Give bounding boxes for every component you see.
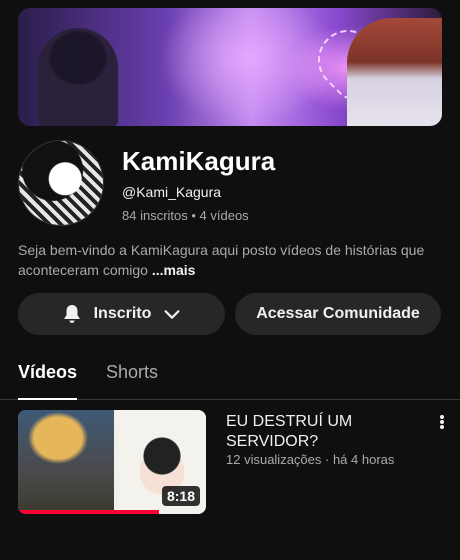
channel-description[interactable]: Seja bem-vindo a KamiKagura aqui posto v… — [18, 240, 448, 280]
channel-handle: @Kami_Kagura — [122, 184, 222, 200]
description-text: Seja bem-vindo a KamiKagura aqui posto v… — [18, 242, 425, 278]
video-meta: 12 visualizações · há 4 horas — [226, 452, 395, 467]
channel-tabs: Vídeos Shorts — [0, 360, 460, 400]
channel-avatar[interactable] — [18, 140, 104, 226]
description-more-link[interactable]: ...mais — [152, 262, 196, 278]
chevron-down-icon — [161, 303, 183, 325]
channel-banner — [18, 8, 442, 126]
video-title[interactable]: EU DESTRUÍ UM SERVIDOR? — [226, 412, 426, 452]
channel-name: KamiKagura — [122, 146, 276, 176]
video-thumbnail[interactable]: 8:18 — [18, 410, 206, 514]
banner-figure-left — [38, 28, 118, 126]
bell-icon — [60, 302, 84, 326]
more-vertical-icon[interactable] — [436, 412, 448, 432]
community-button[interactable]: Acessar Comunidade — [235, 293, 441, 335]
video-list-item[interactable]: 8:18 EU DESTRUÍ UM SERVIDOR? 12 visualiz… — [18, 410, 448, 515]
banner-figure-right — [347, 18, 442, 126]
subscribed-button-label: Inscrito — [93, 305, 152, 322]
tab-videos[interactable]: Vídeos — [18, 362, 78, 400]
watch-progress-bar — [18, 510, 159, 514]
video-duration: 8:18 — [161, 486, 200, 506]
subscribed-button[interactable]: Inscrito — [18, 293, 225, 335]
tab-shorts[interactable]: Shorts — [106, 362, 158, 383]
channel-stats: 84 inscritos • 4 vídeos — [122, 208, 249, 223]
thumbnail-art-left — [18, 410, 114, 514]
